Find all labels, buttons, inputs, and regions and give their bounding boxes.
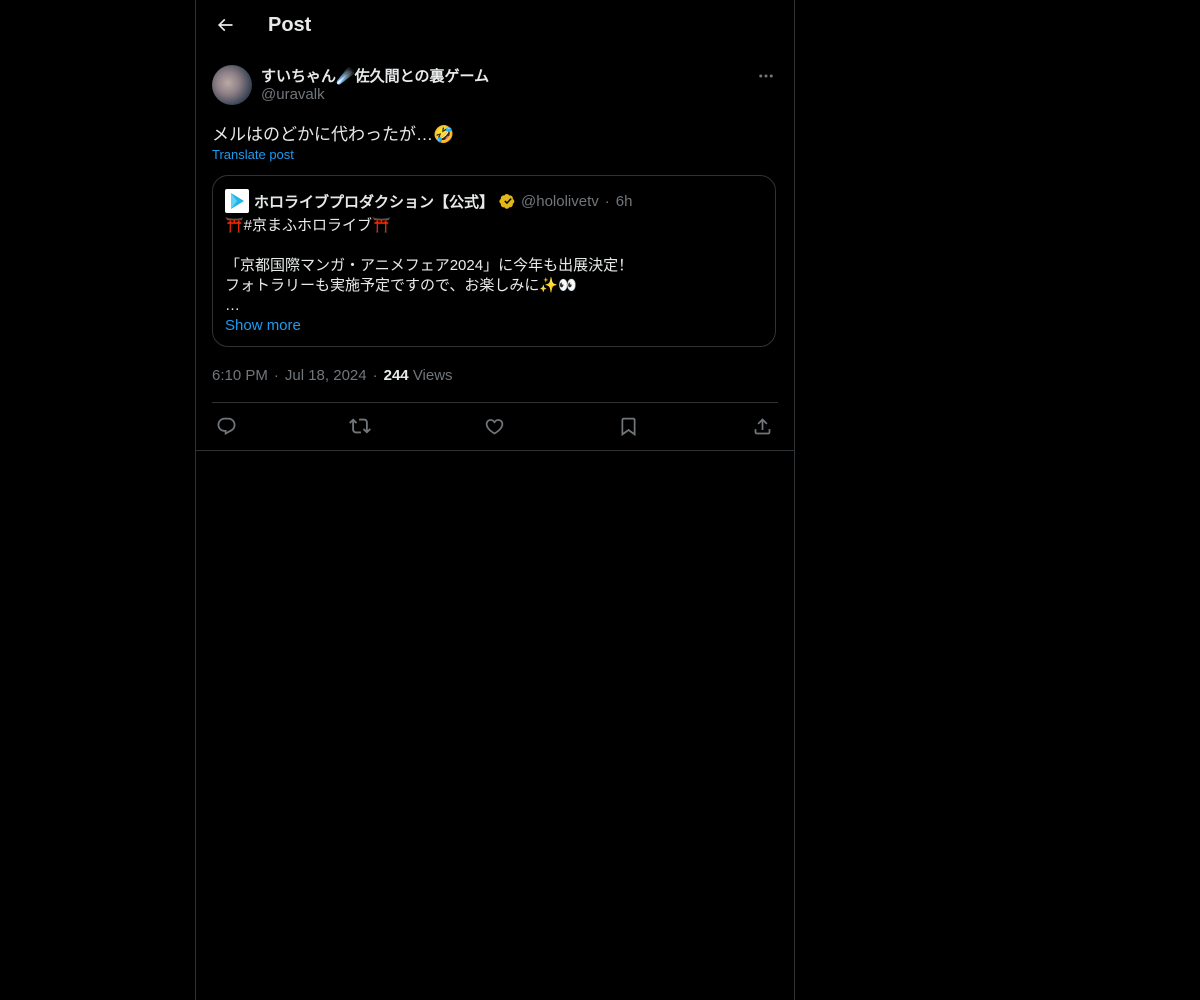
views-count: 244 [383,367,409,384]
author-handle[interactable]: @uravalk [261,86,325,103]
like-button[interactable] [480,412,508,440]
quoted-time: 6h [615,192,633,210]
share-button[interactable] [748,412,776,440]
post-time[interactable]: 6:10 PM [212,367,268,384]
header: Post [196,0,794,53]
post-author: すいちゃん☄️佐久間との裏ゲーム @uravalk [212,64,778,108]
divider [212,402,778,403]
bookmark-icon [618,416,639,437]
page-title: Post [268,14,312,36]
arrow-left-icon [215,15,235,35]
more-options-button[interactable] [754,64,778,88]
back-button[interactable] [208,8,242,42]
quoted-post-header: ホロライブプロダクション【公式】 @hololivetv · 6h [225,189,632,213]
bookmark-button[interactable] [614,412,642,440]
post-date[interactable]: Jul 18, 2024 [285,367,367,384]
gold-verified-badge-icon [499,192,517,210]
action-bar [212,412,778,440]
quoted-author-handle: @hololivetv [521,192,599,210]
quoted-separator: · [604,192,610,210]
views-label: Views [412,367,453,384]
share-icon [752,416,773,437]
quoted-post[interactable]: ホロライブプロダクション【公式】 @hololivetv · 6h ⛩️#京まふ… [212,175,776,347]
repost-icon [349,415,371,437]
hololive-logo-icon [225,189,249,213]
more-horizontal-icon [757,67,775,85]
meta-separator: · [273,367,279,384]
author-display-name[interactable]: すいちゃん☄️佐久間との裏ゲーム [261,65,489,86]
show-more-link[interactable]: Show more [225,317,301,334]
translate-post-link[interactable]: Translate post [212,147,294,162]
avatar[interactable] [212,65,252,105]
post-meta: 6:10 PM · Jul 18, 2024 · 244 Views [212,367,453,384]
like-icon [484,416,505,437]
main-column: Post すいちゃん☄️佐久間との裏ゲーム @uravalk メルはのどかに代わ… [195,0,795,1000]
post-text: メルはのどかに代わったが…🤣 [212,125,455,144]
reply-icon [216,416,237,437]
meta-separator: · [372,367,378,384]
repost-button[interactable] [346,412,374,440]
reply-button[interactable] [212,412,240,440]
divider [196,450,794,451]
quoted-post-text: ⛩️#京まふホロライブ⛩️ 「京都国際マンガ・アニメフェア2024」に今年も出展… [225,217,634,314]
quoted-author-name: ホロライブプロダクション【公式】 [254,193,495,211]
